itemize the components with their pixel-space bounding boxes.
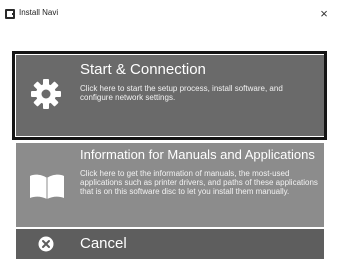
information-manuals-button[interactable]: Information for Manuals and Applications… <box>16 143 324 227</box>
start-and-connection-button[interactable]: Start & Connection Click here to start t… <box>16 55 324 136</box>
title-bar: Install Navi × <box>0 0 339 27</box>
info-option-description: Click here to get the information of man… <box>80 169 318 196</box>
start-option-title: Start & Connection <box>80 61 206 78</box>
open-book-icon <box>30 174 64 199</box>
app-icon <box>5 9 15 19</box>
window-title: Install Navi <box>19 8 59 17</box>
info-option-title: Information for Manuals and Applications <box>80 147 315 162</box>
cancel-option-title: Cancel <box>80 235 127 252</box>
close-button[interactable]: × <box>309 0 339 27</box>
close-circle-icon <box>38 236 54 252</box>
cancel-button[interactable]: Cancel <box>16 229 324 259</box>
start-option-description: Click here to start the setup process, i… <box>80 84 283 102</box>
gear-icon <box>31 79 61 109</box>
